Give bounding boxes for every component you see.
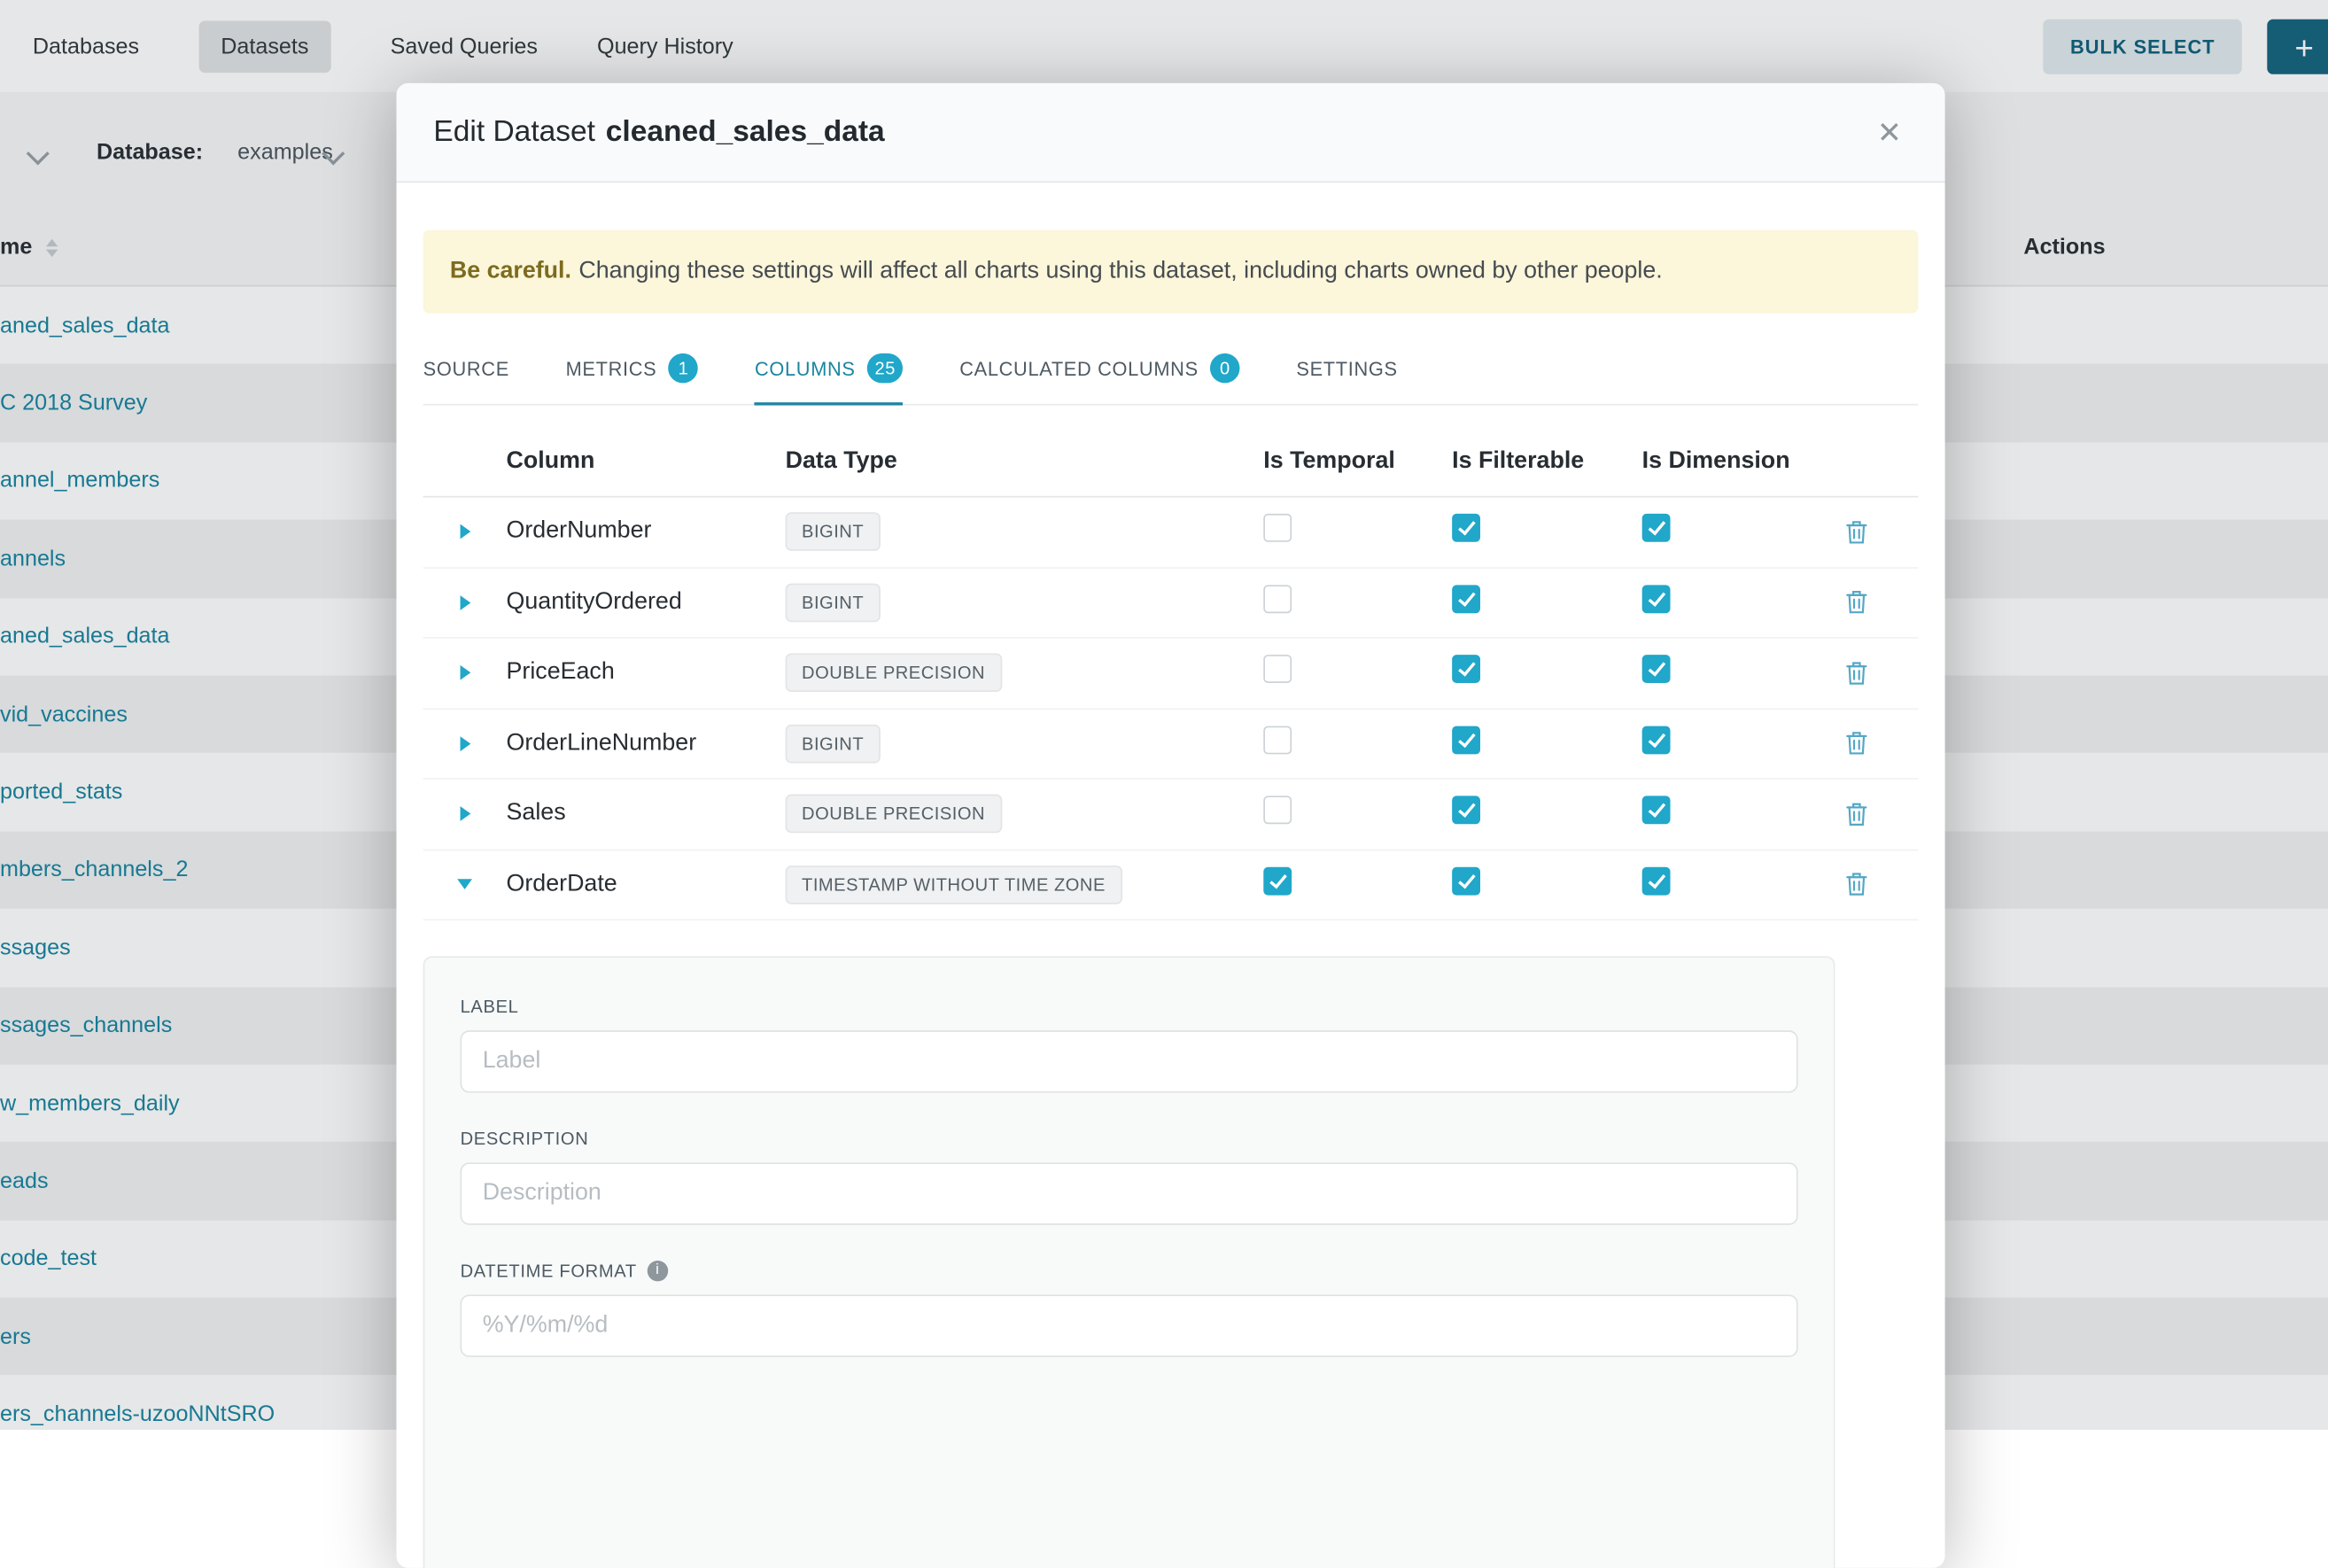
- tab-label: SETTINGS: [1296, 357, 1397, 379]
- tab-columns[interactable]: COLUMNS 25: [755, 334, 904, 405]
- trash-icon[interactable]: [1845, 731, 1867, 756]
- column-name: PriceEach: [507, 660, 786, 687]
- trash-icon[interactable]: [1845, 590, 1867, 615]
- caret-right-icon[interactable]: [460, 524, 470, 539]
- app: DatabasesDatasetsSaved QueriesQuery Hist…: [0, 0, 2328, 1430]
- datetime-format-input[interactable]: [461, 1294, 1798, 1356]
- close-icon[interactable]: ✕: [1871, 108, 1908, 157]
- tab-count-badge: 0: [1210, 353, 1240, 384]
- warning-banner-bold: Be careful.: [450, 259, 571, 283]
- is-filterable-checkbox[interactable]: [1452, 796, 1480, 825]
- is-filterable-checkbox[interactable]: [1452, 656, 1480, 684]
- column-row-orderdate: OrderDateTIMESTAMP WITHOUT TIME ZONE: [423, 850, 1919, 921]
- tab-label: CALCULATED COLUMNS: [959, 357, 1199, 379]
- datetime-format-label-text: DATETIME FORMAT: [461, 1261, 637, 1281]
- column-name: Sales: [507, 801, 786, 827]
- data-type-pill: DOUBLE PRECISION: [786, 795, 1002, 834]
- is-temporal-checkbox[interactable]: [1263, 585, 1292, 613]
- data-type-pill: TIMESTAMP WITHOUT TIME ZONE: [786, 866, 1122, 904]
- trash-icon[interactable]: [1845, 872, 1867, 897]
- caret-right-icon[interactable]: [460, 736, 470, 751]
- column-header-data-type: Data Type: [786, 448, 1264, 475]
- data-type-pill: BIGINT: [786, 513, 881, 552]
- column-row-orderlinenumber: OrderLineNumberBIGINT: [423, 709, 1919, 780]
- warning-banner: Be careful. Changing these settings will …: [423, 230, 1919, 314]
- tab-calculated-columns[interactable]: CALCULATED COLUMNS 0: [959, 334, 1239, 404]
- data-type-pill: BIGINT: [786, 724, 881, 763]
- modal-title-dataset-name: cleaned_sales_data: [606, 115, 885, 150]
- label-input[interactable]: [461, 1030, 1798, 1092]
- caret-right-icon[interactable]: [460, 665, 470, 680]
- tab-count-badge: 25: [867, 353, 903, 384]
- column-editor-panel: LABEL DESCRIPTION DATETIME FORMAT i: [423, 956, 1835, 1568]
- column-header-is-filterable: Is Filterable: [1452, 448, 1642, 475]
- is-filterable-checkbox[interactable]: [1452, 514, 1480, 542]
- modal-tabs: SOURCE METRICS 1 COLUMNS 25 CALCULATED COLUMN…: [423, 334, 1919, 405]
- column-name: OrderDate: [507, 871, 786, 897]
- description-input[interactable]: [461, 1162, 1798, 1224]
- column-row-priceeach: PriceEachDOUBLE PRECISION: [423, 639, 1919, 710]
- column-name: QuantityOrdered: [507, 589, 786, 616]
- column-row-quantityordered: QuantityOrderedBIGINT: [423, 568, 1919, 639]
- column-header-is-dimension: Is Dimension: [1642, 448, 1827, 475]
- info-icon: i: [648, 1261, 668, 1281]
- columns-table-header: ColumnData TypeIs TemporalIs FilterableI…: [423, 423, 1919, 498]
- column-header-column: Column: [507, 448, 786, 475]
- tab-source[interactable]: SOURCE: [423, 334, 509, 404]
- data-type-pill: DOUBLE PRECISION: [786, 654, 1002, 693]
- is-temporal-checkbox[interactable]: [1263, 514, 1292, 542]
- modal-body: Be careful. Changing these settings will …: [396, 182, 1944, 1568]
- tab-label: METRICS: [566, 357, 657, 379]
- description-field-label-text: DESCRIPTION: [461, 1129, 589, 1149]
- trash-icon[interactable]: [1845, 802, 1867, 827]
- caret-right-icon[interactable]: [460, 806, 470, 821]
- is-temporal-checkbox[interactable]: [1263, 866, 1292, 895]
- caret-down-icon[interactable]: [457, 880, 472, 890]
- is-dimension-checkbox[interactable]: [1642, 514, 1671, 542]
- trash-icon[interactable]: [1845, 519, 1867, 544]
- is-dimension-checkbox[interactable]: [1642, 796, 1671, 825]
- description-field-group: DESCRIPTION: [461, 1129, 1798, 1225]
- is-temporal-checkbox[interactable]: [1263, 726, 1292, 754]
- is-dimension-checkbox[interactable]: [1642, 656, 1671, 684]
- is-temporal-checkbox[interactable]: [1263, 796, 1292, 825]
- modal-header: Edit Dataset cleaned_sales_data ✕: [396, 83, 1944, 182]
- is-dimension-checkbox[interactable]: [1642, 726, 1671, 754]
- tab-settings[interactable]: SETTINGS: [1296, 334, 1397, 404]
- caret-right-icon[interactable]: [460, 595, 470, 610]
- is-temporal-checkbox[interactable]: [1263, 656, 1292, 684]
- label-field-label: LABEL: [461, 997, 1798, 1017]
- column-name: OrderNumber: [507, 518, 786, 545]
- label-field-group: LABEL: [461, 997, 1798, 1093]
- modal-title: Edit Dataset: [433, 115, 595, 150]
- trash-icon[interactable]: [1845, 660, 1867, 685]
- is-filterable-checkbox[interactable]: [1452, 726, 1480, 754]
- column-name: OrderLineNumber: [507, 730, 786, 757]
- data-type-pill: BIGINT: [786, 583, 881, 622]
- column-header-is-temporal: Is Temporal: [1263, 448, 1452, 475]
- tab-label: COLUMNS: [755, 357, 856, 379]
- is-filterable-checkbox[interactable]: [1452, 585, 1480, 613]
- columns-table: OrderNumberBIGINTQuantityOrderedBIGINTPr…: [423, 497, 1919, 920]
- tab-count-badge: 1: [669, 353, 699, 384]
- datetime-format-field-label: DATETIME FORMAT i: [461, 1261, 1798, 1281]
- datetime-format-field-group: DATETIME FORMAT i: [461, 1261, 1798, 1357]
- is-dimension-checkbox[interactable]: [1642, 585, 1671, 613]
- is-dimension-checkbox[interactable]: [1642, 866, 1671, 895]
- label-field-label-text: LABEL: [461, 997, 519, 1017]
- edit-dataset-modal: Edit Dataset cleaned_sales_data ✕ Be car…: [396, 83, 1944, 1568]
- tab-label: SOURCE: [423, 357, 509, 379]
- is-filterable-checkbox[interactable]: [1452, 866, 1480, 895]
- description-field-label: DESCRIPTION: [461, 1129, 1798, 1149]
- column-row-ordernumber: OrderNumberBIGINT: [423, 497, 1919, 568]
- warning-banner-text: Changing these settings will affect all …: [578, 259, 1662, 283]
- column-row-sales: SalesDOUBLE PRECISION: [423, 780, 1919, 850]
- tab-metrics[interactable]: METRICS 1: [566, 334, 699, 404]
